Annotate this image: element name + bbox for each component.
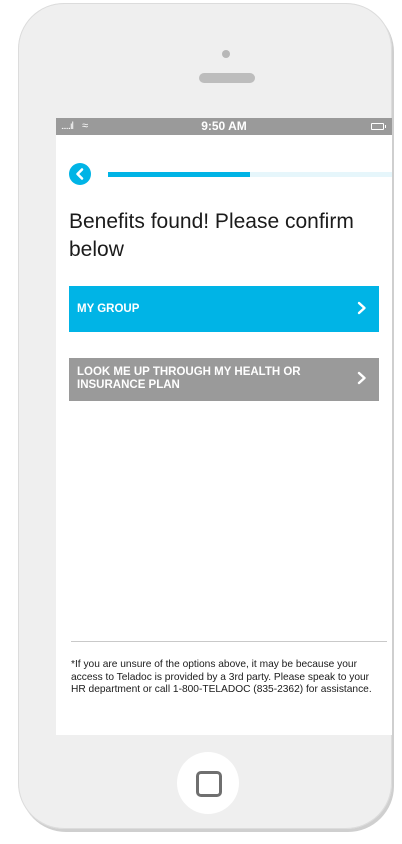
chevron-left-icon <box>76 168 84 180</box>
option-label: LOOK ME UP THROUGH MY HEALTH OR INSURANC… <box>77 366 301 391</box>
speaker-grille <box>199 73 255 83</box>
progress-bar <box>108 172 392 177</box>
option-label: MY GROUP <box>77 303 140 315</box>
home-button-icon <box>196 771 222 797</box>
divider <box>71 641 387 642</box>
health-plan-lookup-button[interactable]: LOOK ME UP THROUGH MY HEALTH OR INSURANC… <box>69 358 379 401</box>
back-button[interactable] <box>69 163 91 185</box>
assistance-footnote: *If you are unsure of the options above,… <box>71 659 372 695</box>
screen: .....ıl ≈ 9:50 AM Benefits found! Please… <box>56 118 392 735</box>
my-group-button[interactable]: MY GROUP <box>69 286 379 332</box>
chevron-right-icon <box>357 301 366 315</box>
battery-icon <box>371 123 386 130</box>
phone-frame: .....ıl ≈ 9:50 AM Benefits found! Please… <box>18 3 392 829</box>
status-time: 9:50 AM <box>201 119 247 133</box>
home-button[interactable] <box>177 752 239 814</box>
status-bar: .....ıl ≈ 9:50 AM <box>56 118 392 135</box>
chevron-right-icon <box>357 371 366 385</box>
progress-fill <box>108 172 250 177</box>
page-title: Benefits found! Please confirm below <box>69 210 354 261</box>
camera-icon <box>222 50 230 58</box>
